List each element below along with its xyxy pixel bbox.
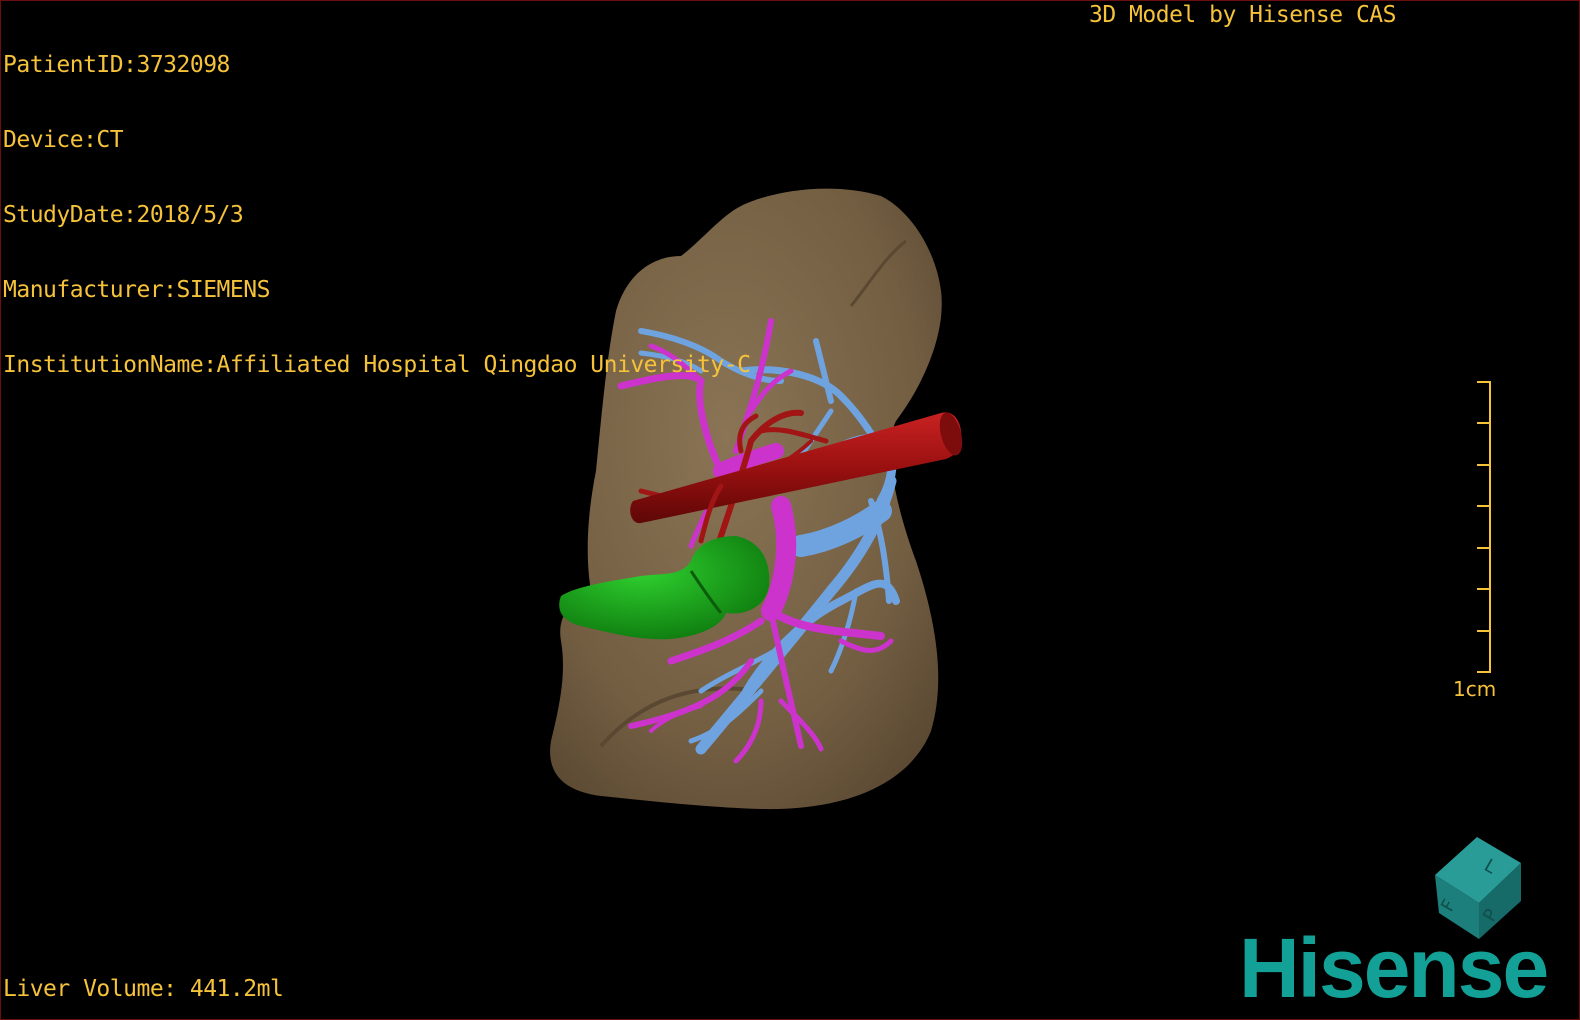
scale-bar xyxy=(1477,381,1491,673)
study-date: StudyDate:2018/5/3 xyxy=(3,202,244,228)
hisense-logo: Hisense xyxy=(1239,921,1549,1015)
3d-viewport[interactable]: PatientID:3732098 Device:CT StudyDate:20… xyxy=(0,0,1580,1020)
patient-id: PatientID:3732098 xyxy=(3,52,230,78)
scale-label: 1cm xyxy=(1453,677,1497,701)
manufacturer: Manufacturer:SIEMENS xyxy=(3,277,270,303)
liver-volume: Liver Volume: 441.2ml xyxy=(3,976,284,1002)
institution-name: InstitutionName:Affiliated Hospital Qing… xyxy=(3,352,751,378)
model-banner: 3D Model by Hisense CAS xyxy=(1089,2,1397,28)
device: Device:CT xyxy=(3,127,124,153)
dicom-info-overlay: PatientID:3732098 Device:CT StudyDate:20… xyxy=(3,3,751,428)
